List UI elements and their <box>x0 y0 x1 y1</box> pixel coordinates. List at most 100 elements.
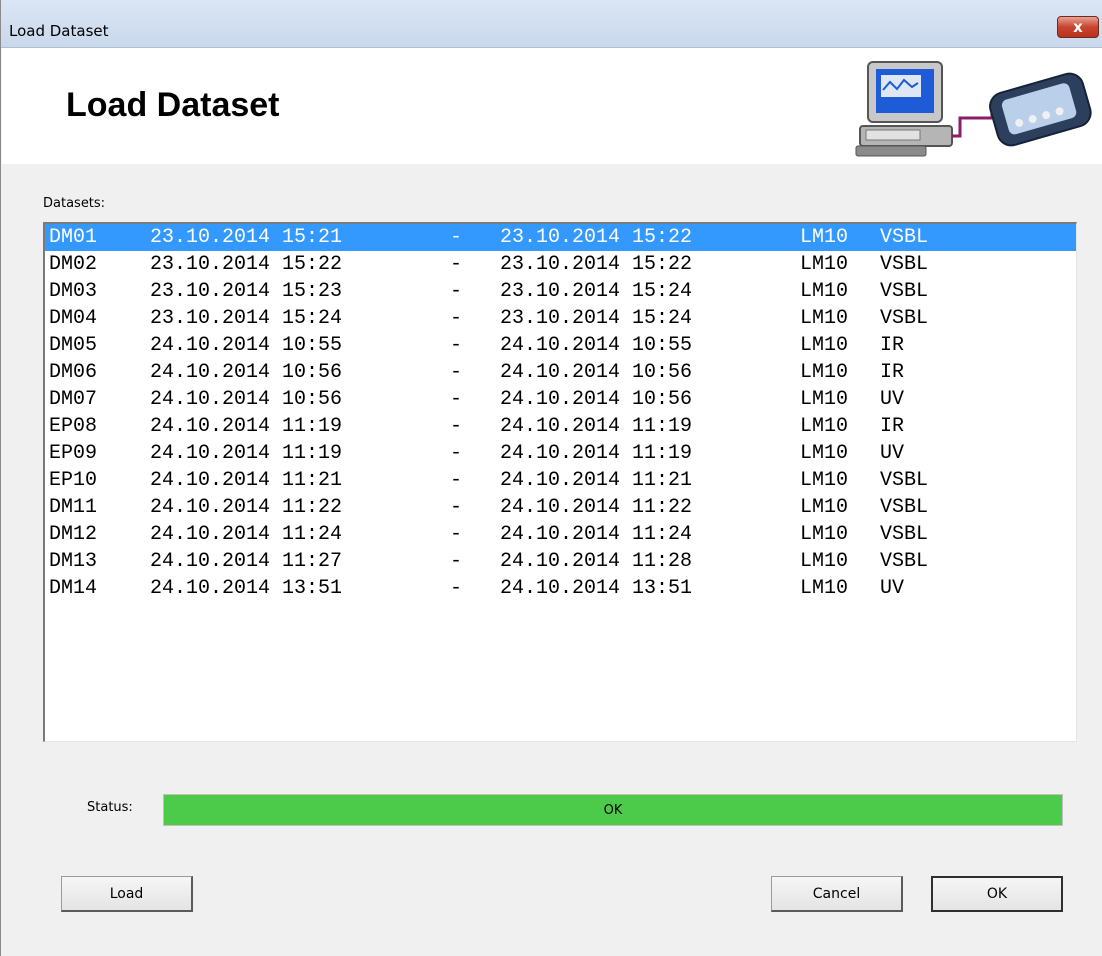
dataset-id: DM07 <box>49 388 98 411</box>
dataset-dash: - <box>450 253 463 276</box>
dataset-device: LM10 <box>800 280 849 303</box>
datasets-listbox[interactable]: DM01 23.10.2014 15:21 - 23.10.2014 15:22 LM1… <box>43 222 1077 742</box>
dataset-type: VSBL <box>880 496 929 519</box>
dataset-device: LM10 <box>800 415 849 438</box>
list-item[interactable]: EP10 24.10.2014 11:21 - 24.10.2014 11:21 LM1… <box>45 467 1076 494</box>
load-button[interactable]: Load <box>61 876 193 912</box>
dataset-start: 23.10.2014 15:21 <box>150 226 343 249</box>
dataset-id: EP08 <box>49 415 98 438</box>
cancel-button[interactable]: Cancel <box>771 876 903 912</box>
dataset-end: 24.10.2014 11:19 <box>500 442 693 465</box>
list-item[interactable]: DM12 24.10.2014 11:24 - 24.10.2014 11:24 LM1… <box>45 521 1076 548</box>
dataset-device: LM10 <box>800 253 849 276</box>
dataset-id: DM05 <box>49 334 98 357</box>
dataset-end: 23.10.2014 15:24 <box>500 280 693 303</box>
dataset-id: DM04 <box>49 307 98 330</box>
dataset-type: UV <box>880 442 905 465</box>
dataset-end: 24.10.2014 11:28 <box>500 550 693 573</box>
title-bar[interactable]: Load Dataset x <box>1 0 1102 48</box>
dataset-start: 23.10.2014 15:22 <box>150 253 343 276</box>
list-item[interactable]: DM04 23.10.2014 15:24 - 23.10.2014 15:24 LM1… <box>45 305 1076 332</box>
dataset-dash: - <box>450 442 463 465</box>
dataset-dash: - <box>450 361 463 384</box>
dataset-end: 23.10.2014 15:22 <box>500 253 693 276</box>
dataset-device: LM10 <box>800 550 849 573</box>
dataset-type: VSBL <box>880 469 929 492</box>
list-item[interactable]: EP09 24.10.2014 11:19 - 24.10.2014 11:19 LM1… <box>45 440 1076 467</box>
dataset-dash: - <box>450 577 463 600</box>
dataset-start: 24.10.2014 11:19 <box>150 415 343 438</box>
dataset-dash: - <box>450 226 463 249</box>
dataset-id: EP09 <box>49 442 98 465</box>
list-item[interactable]: DM13 24.10.2014 11:27 - 24.10.2014 11:28 LM1… <box>45 548 1076 575</box>
status-bar: OK <box>163 794 1063 826</box>
dataset-start: 24.10.2014 11:27 <box>150 550 343 573</box>
dataset-type: VSBL <box>880 226 929 249</box>
status-label: Status: <box>87 800 133 815</box>
list-item[interactable]: DM05 24.10.2014 10:55 - 24.10.2014 10:55 LM1… <box>45 332 1076 359</box>
list-item[interactable]: DM02 23.10.2014 15:22 - 23.10.2014 15:22 LM1… <box>45 251 1076 278</box>
close-button[interactable]: x <box>1057 16 1099 38</box>
dataset-end: 24.10.2014 10:56 <box>500 388 693 411</box>
ok-button[interactable]: OK <box>931 876 1063 912</box>
dataset-dash: - <box>450 307 463 330</box>
dataset-type: UV <box>880 388 905 411</box>
dataset-id: DM13 <box>49 550 98 573</box>
dataset-id: DM02 <box>49 253 98 276</box>
dataset-type: UV <box>880 577 905 600</box>
dataset-device: LM10 <box>800 469 849 492</box>
load-dataset-dialog: Load Dataset x Load Dataset Datasets: DM… <box>0 0 1102 956</box>
dataset-end: 24.10.2014 11:24 <box>500 523 693 546</box>
list-item[interactable]: DM06 24.10.2014 10:56 - 24.10.2014 10:56 LM1… <box>45 359 1076 386</box>
dataset-start: 24.10.2014 11:24 <box>150 523 343 546</box>
status-text: OK <box>603 802 623 818</box>
dataset-id: DM03 <box>49 280 98 303</box>
dataset-id: EP10 <box>49 469 98 492</box>
window-title: Load Dataset <box>9 22 109 40</box>
dataset-device: LM10 <box>800 226 849 249</box>
dataset-id: DM06 <box>49 361 98 384</box>
dataset-device: LM10 <box>800 307 849 330</box>
header-panel: Load Dataset <box>2 48 1102 164</box>
list-item[interactable]: DM01 23.10.2014 15:21 - 23.10.2014 15:22 LM1… <box>45 224 1076 251</box>
dataset-type: IR <box>880 334 905 357</box>
dataset-id: DM11 <box>49 496 98 519</box>
list-item[interactable]: DM11 24.10.2014 11:22 - 24.10.2014 11:22 LM1… <box>45 494 1076 521</box>
list-item[interactable]: DM03 23.10.2014 15:23 - 23.10.2014 15:24 LM1… <box>45 278 1076 305</box>
dataset-type: IR <box>880 415 905 438</box>
dataset-dash: - <box>450 280 463 303</box>
dataset-dash: - <box>450 550 463 573</box>
dataset-end: 24.10.2014 10:55 <box>500 334 693 357</box>
dataset-type: IR <box>880 361 905 384</box>
dataset-device: LM10 <box>800 334 849 357</box>
dataset-end: 24.10.2014 10:56 <box>500 361 693 384</box>
dataset-end: 24.10.2014 13:51 <box>500 577 693 600</box>
dataset-dash: - <box>450 334 463 357</box>
dataset-start: 24.10.2014 10:56 <box>150 361 343 384</box>
dataset-device: LM10 <box>800 523 849 546</box>
computer-to-device-icon <box>852 56 1092 166</box>
dataset-type: VSBL <box>880 253 929 276</box>
dataset-dash: - <box>450 469 463 492</box>
dataset-start: 23.10.2014 15:23 <box>150 280 343 303</box>
dataset-start: 24.10.2014 10:55 <box>150 334 343 357</box>
dataset-device: LM10 <box>800 577 849 600</box>
list-item[interactable]: DM14 24.10.2014 13:51 - 24.10.2014 13:51 LM1… <box>45 575 1076 602</box>
list-item[interactable]: EP08 24.10.2014 11:19 - 24.10.2014 11:19 LM1… <box>45 413 1076 440</box>
dataset-end: 24.10.2014 11:19 <box>500 415 693 438</box>
datasets-label: Datasets: <box>43 196 106 211</box>
dataset-start: 24.10.2014 11:19 <box>150 442 343 465</box>
dataset-end: 23.10.2014 15:24 <box>500 307 693 330</box>
dataset-dash: - <box>450 388 463 411</box>
dataset-type: VSBL <box>880 550 929 573</box>
list-item[interactable]: DM07 24.10.2014 10:56 - 24.10.2014 10:56 LM1… <box>45 386 1076 413</box>
dataset-start: 24.10.2014 13:51 <box>150 577 343 600</box>
page-title: Load Dataset <box>66 86 280 124</box>
dataset-end: 24.10.2014 11:22 <box>500 496 693 519</box>
dataset-start: 23.10.2014 15:24 <box>150 307 343 330</box>
close-icon: x <box>1073 18 1083 36</box>
dataset-start: 24.10.2014 10:56 <box>150 388 343 411</box>
dataset-dash: - <box>450 496 463 519</box>
dataset-type: VSBL <box>880 523 929 546</box>
dataset-id: DM12 <box>49 523 98 546</box>
